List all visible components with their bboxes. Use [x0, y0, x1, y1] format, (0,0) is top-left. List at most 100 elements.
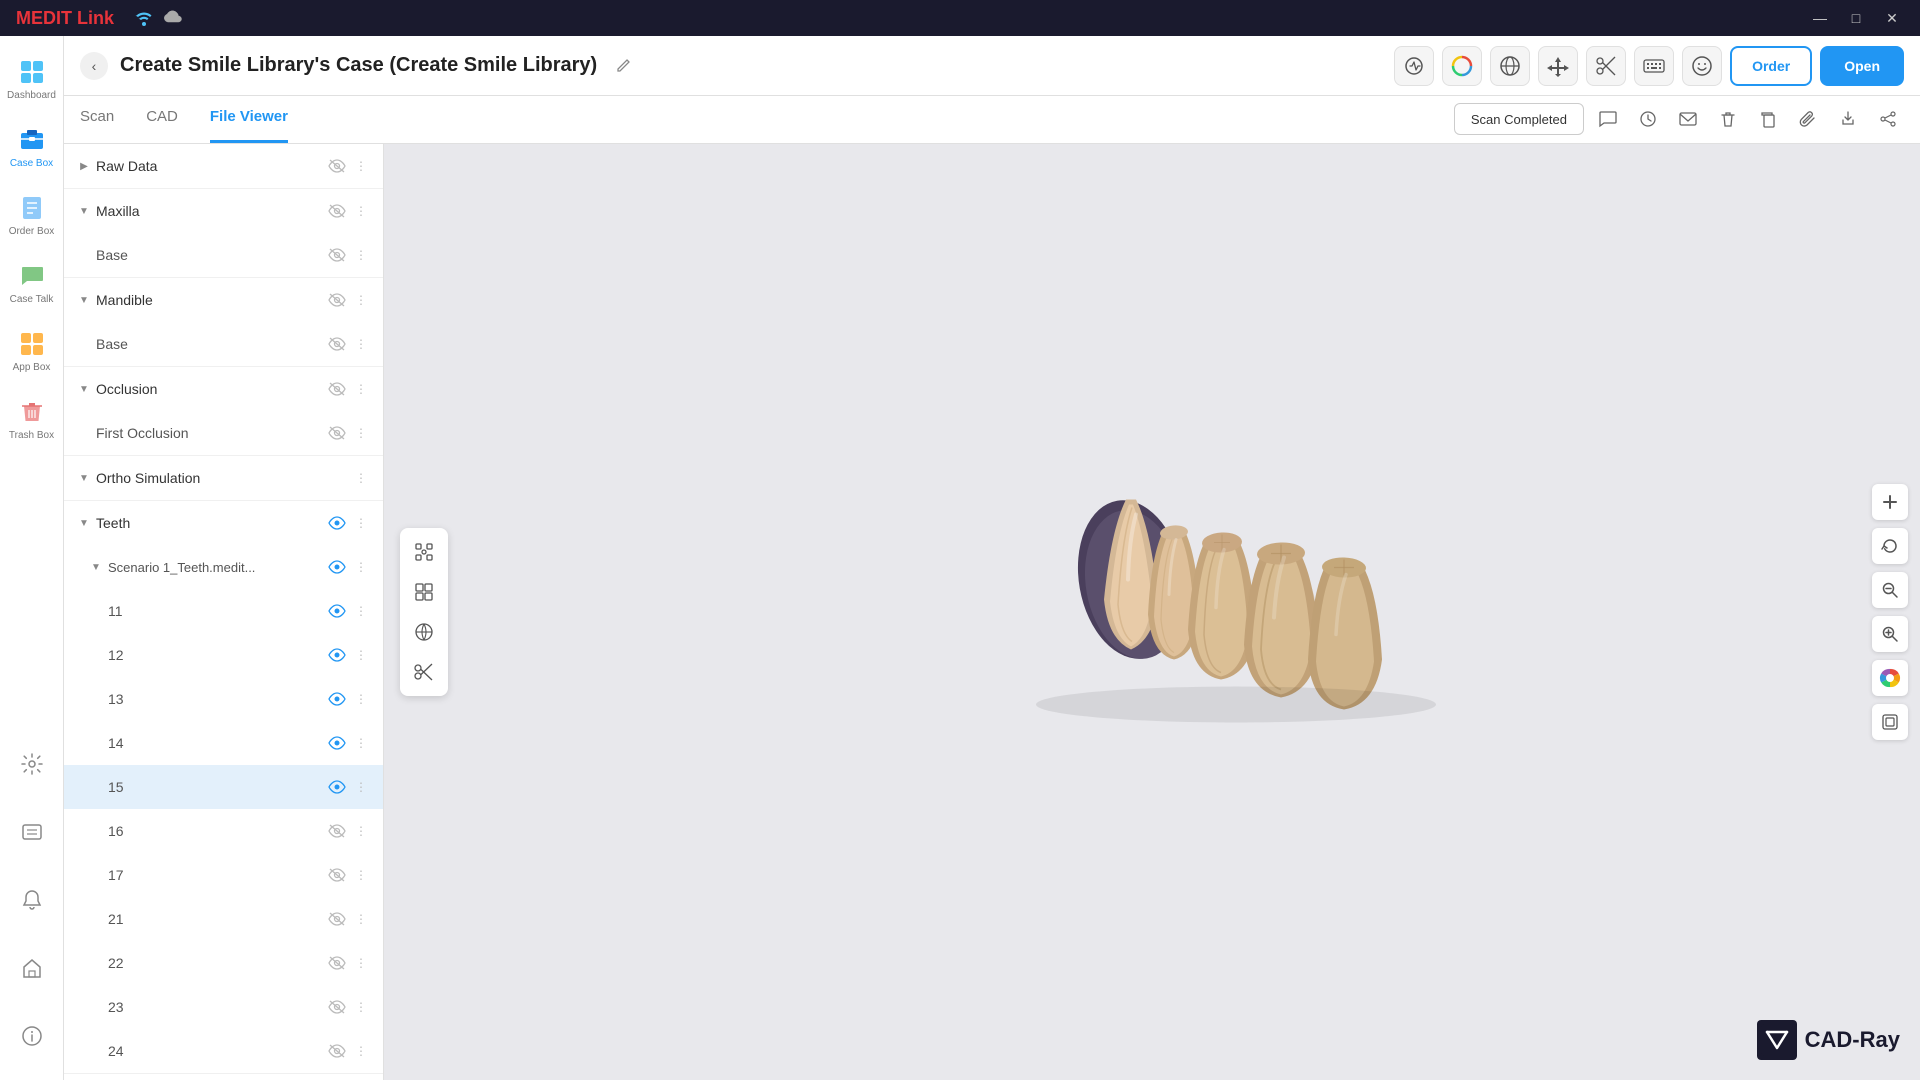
visibility-teeth-icon[interactable]: [323, 509, 351, 537]
menu-occlusion-icon[interactable]: ⋮: [351, 375, 371, 403]
sidebar-item-settings[interactable]: [4, 732, 60, 796]
layer-row-tooth-23[interactable]: 23 ⋮: [64, 985, 383, 1029]
zoom-out-mag-button[interactable]: [1872, 572, 1908, 608]
zoom-in-button[interactable]: [1872, 484, 1908, 520]
menu-tooth13-icon[interactable]: ⋮: [351, 685, 371, 713]
menu-tooth12-icon[interactable]: ⋮: [351, 641, 371, 669]
toolbar-trash-icon[interactable]: [1712, 103, 1744, 135]
menu-teeth-icon[interactable]: ⋮: [351, 509, 371, 537]
visibility-tooth11-icon[interactable]: [323, 597, 351, 625]
menu-rawdata-icon[interactable]: ⋮: [351, 152, 371, 180]
layer-row-tooth-24[interactable]: 24 ⋮: [64, 1029, 383, 1073]
visibility-tooth23-icon[interactable]: [323, 993, 351, 1021]
order-button[interactable]: Order: [1730, 46, 1812, 86]
color-wheel-button[interactable]: [1872, 660, 1908, 696]
layer-row-first-occlusion[interactable]: First Occlusion ⋮: [64, 411, 383, 455]
toolbar-share-icon[interactable]: [1872, 103, 1904, 135]
keyboard-tool-button[interactable]: [1634, 46, 1674, 86]
layer-row-tooth-11[interactable]: 11 ⋮: [64, 589, 383, 633]
sidebar-item-list[interactable]: [4, 800, 60, 864]
toolbar-chat-icon[interactable]: [1592, 103, 1624, 135]
menu-maxilla-icon[interactable]: ⋮: [351, 197, 371, 225]
layer-display-button[interactable]: [1872, 704, 1908, 740]
layer-row-mandible-base[interactable]: Base ⋮: [64, 322, 383, 366]
menu-mandible-base-icon[interactable]: ⋮: [351, 330, 371, 358]
sidebar-item-casebox[interactable]: Case Box: [4, 116, 60, 180]
layer-row-tooth-15[interactable]: 15 ⋮: [64, 765, 383, 809]
visibility-tooth17-icon[interactable]: [323, 861, 351, 889]
toolbar-copy-icon[interactable]: [1752, 103, 1784, 135]
menu-mandible-icon[interactable]: ⋮: [351, 286, 371, 314]
layer-row-ortho[interactable]: ▼ Ortho Simulation ⋮: [64, 456, 383, 500]
menu-tooth16-icon[interactable]: ⋮: [351, 817, 371, 845]
menu-tooth23-icon[interactable]: ⋮: [351, 993, 371, 1021]
menu-tooth21-icon[interactable]: ⋮: [351, 905, 371, 933]
grid-view-button[interactable]: [406, 574, 442, 610]
sidebar-item-casetalk[interactable]: Case Talk: [4, 252, 60, 316]
layer-row-occlusion[interactable]: ▼ Occlusion ⋮: [64, 367, 383, 411]
layer-row-rawdata[interactable]: ▶ Raw Data ⋮: [64, 144, 383, 188]
edit-title-icon[interactable]: [609, 52, 637, 80]
visibility-tooth12-icon[interactable]: [323, 641, 351, 669]
layer-row-maxilla-base[interactable]: Base ⋮: [64, 233, 383, 277]
layer-row-maxilla[interactable]: ▼ Maxilla ⋮: [64, 189, 383, 233]
visibility-first-occlusion-icon[interactable]: [323, 419, 351, 447]
layer-row-scenario1[interactable]: ▼ Scenario 1_Teeth.medit... ⋮: [64, 545, 383, 589]
sidebar-item-orderbox[interactable]: Order Box: [4, 184, 60, 248]
layer-row-teeth[interactable]: ▼ Teeth ⋮: [64, 501, 383, 545]
visibility-mandible-icon[interactable]: [323, 286, 351, 314]
menu-tooth24-icon[interactable]: ⋮: [351, 1037, 371, 1065]
layer-row-tooth-14[interactable]: 14 ⋮: [64, 721, 383, 765]
visibility-occlusion-icon[interactable]: [323, 375, 351, 403]
menu-tooth22-icon[interactable]: ⋮: [351, 949, 371, 977]
back-button[interactable]: ‹: [80, 52, 108, 80]
move-tool-button[interactable]: [1538, 46, 1578, 86]
visibility-rawdata-icon[interactable]: [323, 152, 351, 180]
tab-scan[interactable]: Scan: [80, 95, 114, 143]
visibility-tooth24-icon[interactable]: [323, 1037, 351, 1065]
layer-row-tooth-12[interactable]: 12 ⋮: [64, 633, 383, 677]
smile-tool-button[interactable]: [1682, 46, 1722, 86]
sidebar-item-appbox[interactable]: App Box: [4, 320, 60, 384]
focus-view-button[interactable]: [406, 534, 442, 570]
layer-row-tooth-17[interactable]: 17 ⋮: [64, 853, 383, 897]
menu-first-occlusion-icon[interactable]: ⋮: [351, 419, 371, 447]
maximize-button[interactable]: □: [1844, 6, 1868, 30]
zoom-in-mag-button[interactable]: [1872, 616, 1908, 652]
layer-row-tooth-16[interactable]: 16 ⋮: [64, 809, 383, 853]
tab-cad[interactable]: CAD: [146, 95, 178, 143]
toolbar-mail-icon[interactable]: [1672, 103, 1704, 135]
layer-row-mandible[interactable]: ▼ Mandible ⋮: [64, 278, 383, 322]
visibility-tooth16-icon[interactable]: [323, 817, 351, 845]
close-button[interactable]: ✕: [1880, 6, 1904, 30]
toolbar-history-icon[interactable]: [1632, 103, 1664, 135]
menu-tooth14-icon[interactable]: ⋮: [351, 729, 371, 757]
reset-rotation-button[interactable]: [1872, 528, 1908, 564]
scan-tool-button[interactable]: [1394, 46, 1434, 86]
layer-row-tooth-13[interactable]: 13 ⋮: [64, 677, 383, 721]
sidebar-item-trashbox[interactable]: Trash Box: [4, 388, 60, 452]
visibility-tooth21-icon[interactable]: [323, 905, 351, 933]
tab-fileviewer[interactable]: File Viewer: [210, 95, 288, 143]
visibility-tooth15-icon[interactable]: [323, 773, 351, 801]
sphere-view-button[interactable]: [406, 614, 442, 650]
visibility-mandible-base-icon[interactable]: [323, 330, 351, 358]
sidebar-item-home[interactable]: [4, 936, 60, 1000]
color-tool-button[interactable]: [1442, 46, 1482, 86]
cut-view-button[interactable]: [406, 654, 442, 690]
visibility-tooth22-icon[interactable]: [323, 949, 351, 977]
layer-row-tooth-22[interactable]: 22 ⋮: [64, 941, 383, 985]
minimize-button[interactable]: —: [1808, 6, 1832, 30]
visibility-scenario1-icon[interactable]: [323, 553, 351, 581]
toolbar-attach-icon[interactable]: [1792, 103, 1824, 135]
visibility-tooth14-icon[interactable]: [323, 729, 351, 757]
scan-completed-button[interactable]: Scan Completed: [1454, 103, 1584, 135]
sidebar-item-notify[interactable]: [4, 868, 60, 932]
layer-row-tooth-21[interactable]: 21 ⋮: [64, 897, 383, 941]
sidebar-item-info[interactable]: [4, 1004, 60, 1068]
open-button[interactable]: Open: [1820, 46, 1904, 86]
menu-tooth11-icon[interactable]: ⋮: [351, 597, 371, 625]
menu-maxilla-base-icon[interactable]: ⋮: [351, 241, 371, 269]
visibility-maxilla-icon[interactable]: [323, 197, 351, 225]
menu-tooth17-icon[interactable]: ⋮: [351, 861, 371, 889]
